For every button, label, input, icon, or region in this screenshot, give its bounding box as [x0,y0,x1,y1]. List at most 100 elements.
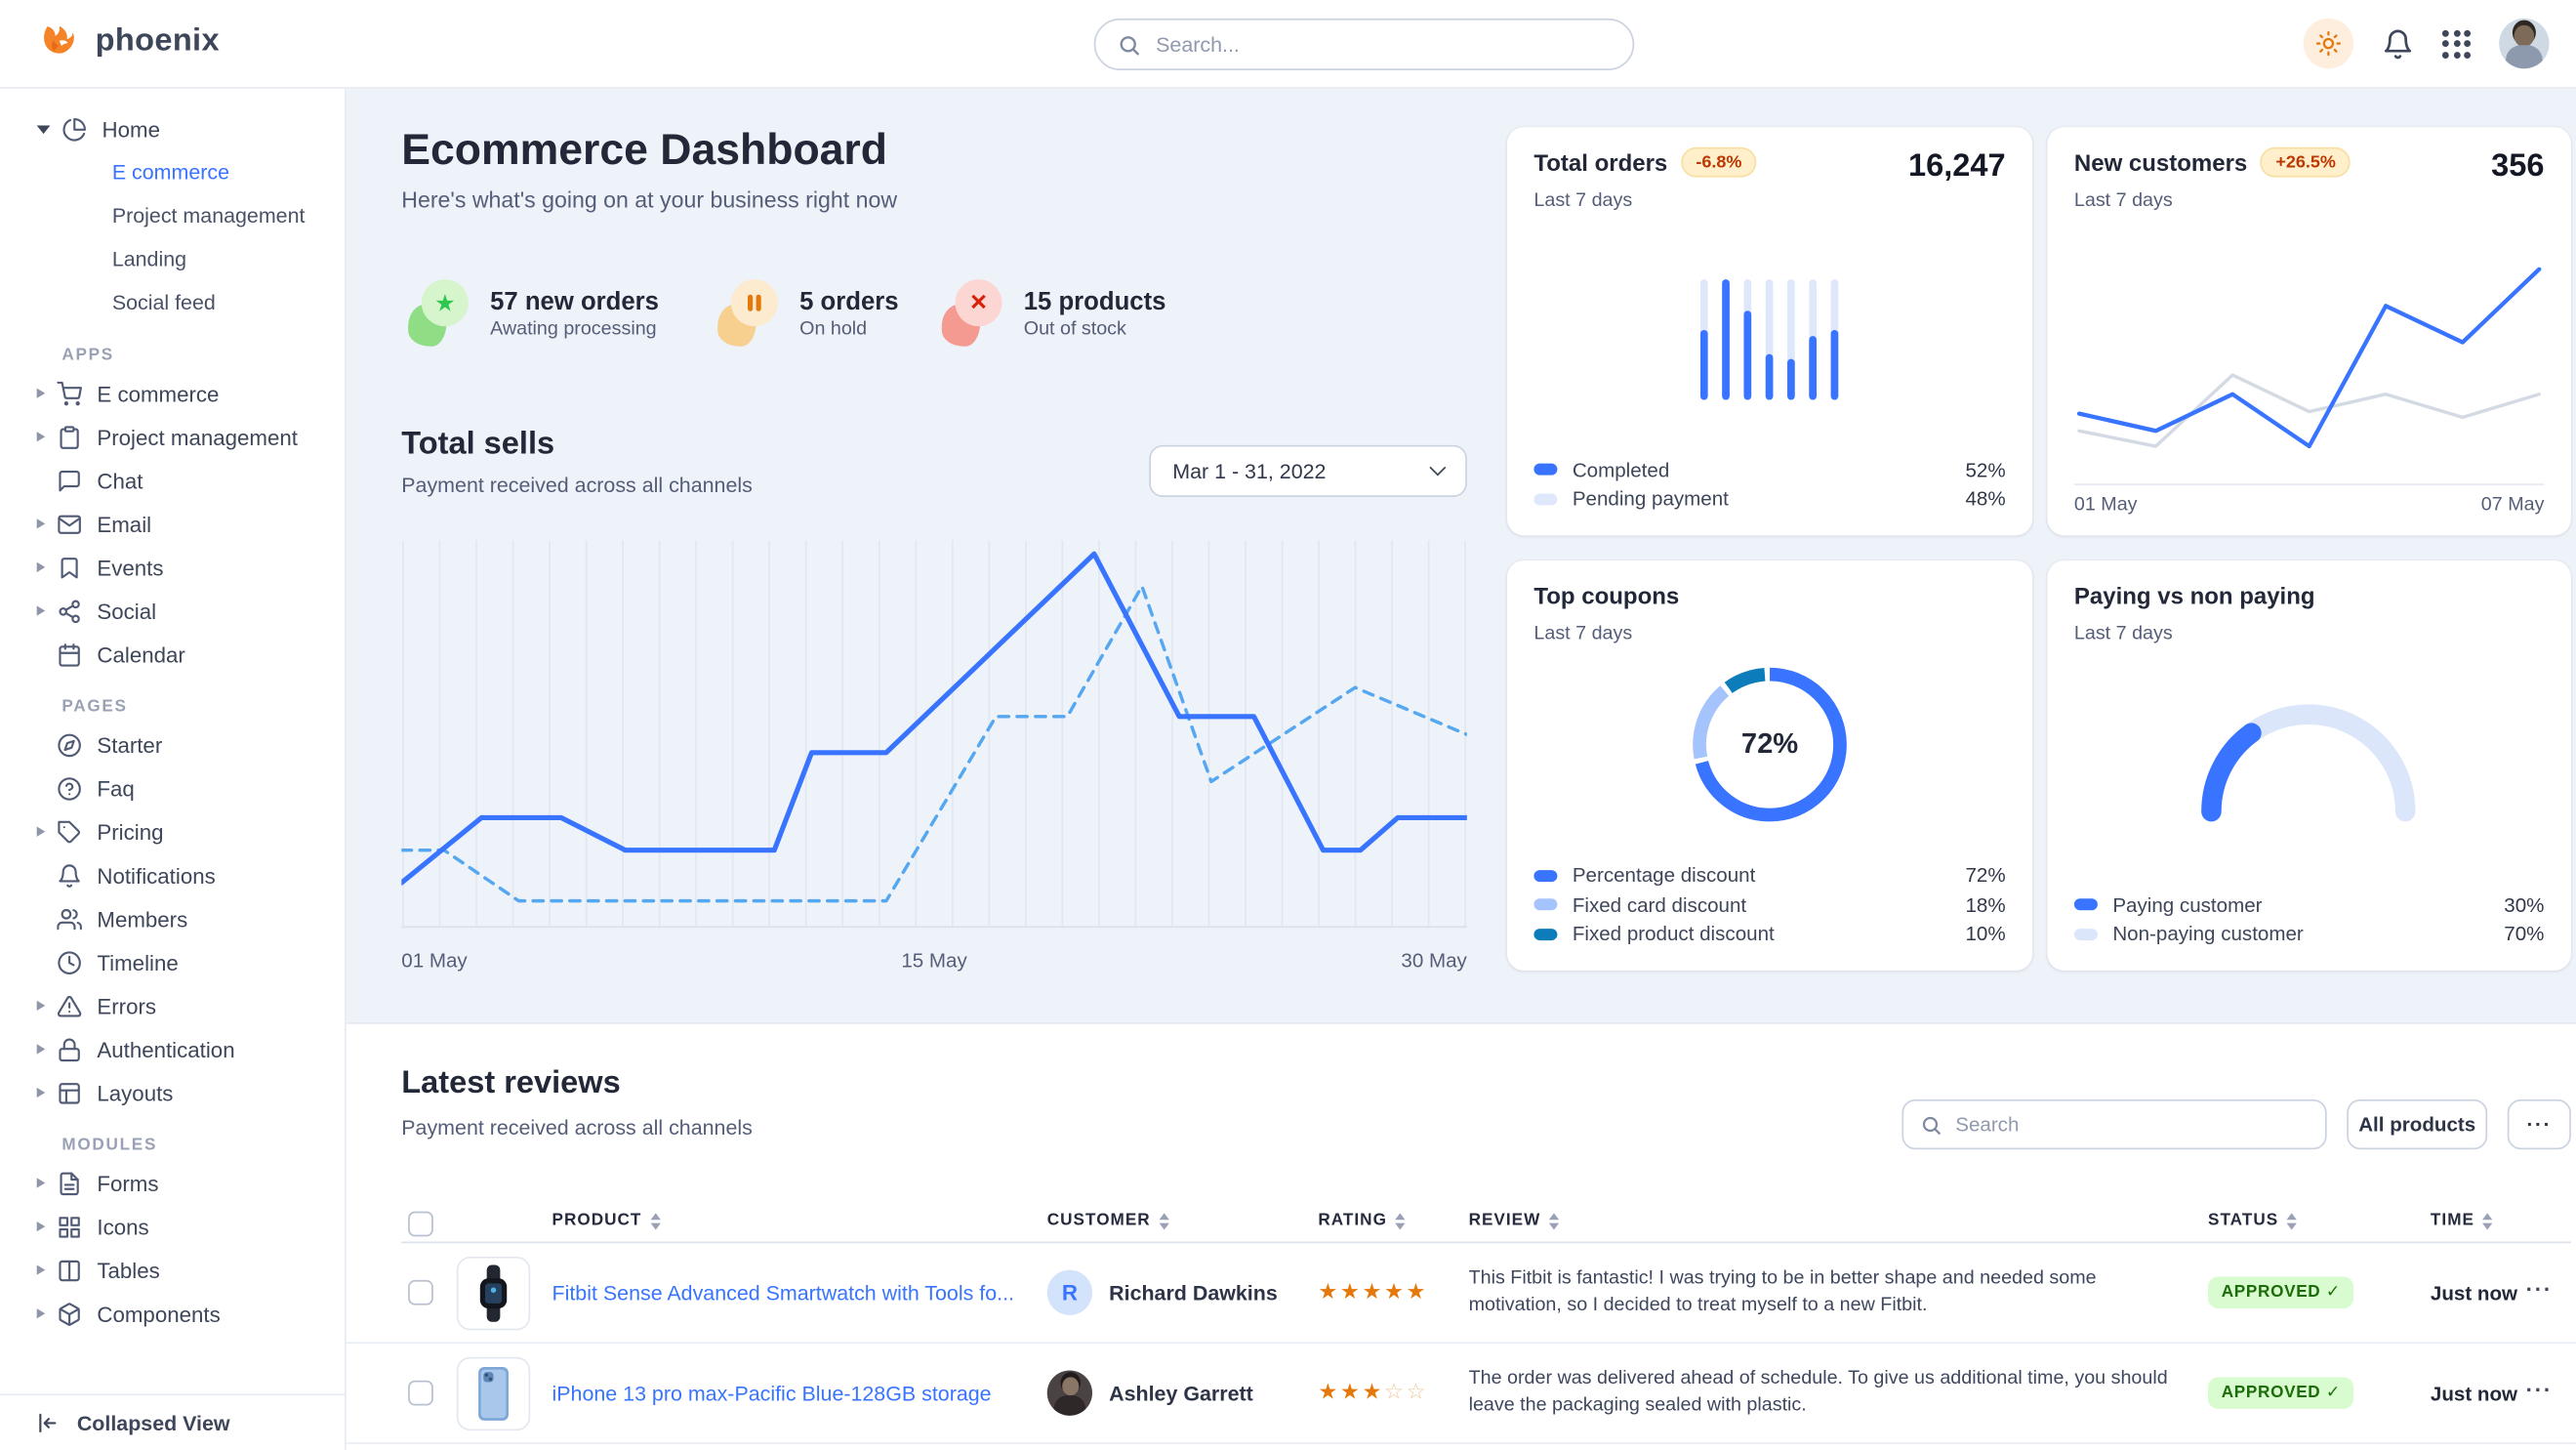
card-title: Top coupons [1533,582,1679,608]
pie-icon [61,116,87,142]
close-icon: × [942,279,1002,347]
sidebar-item-icons[interactable]: Icons [0,1205,345,1249]
sidebar-item-project-management[interactable]: Project management [0,415,345,459]
tag-icon [57,819,82,845]
reviews-more-button[interactable]: ··· [2508,1099,2571,1149]
sidebar-item-label: Members [97,906,187,932]
sidebar-subitem-landing[interactable]: Landing [0,237,345,281]
sidebar-item-errors[interactable]: Errors [0,984,345,1028]
sort-icon [1396,1213,1406,1229]
total-orders-bar-chart [1700,277,1839,409]
col-header-status[interactable]: STATUS [2208,1212,2297,1230]
sidebar-item-label: Home [102,116,160,142]
bell-icon [57,862,82,888]
sidebar-item-chat[interactable]: Chat [0,459,345,503]
sidebar-item-label: Errors [97,993,156,1018]
global-search[interactable] [1094,19,1635,70]
trend-badge: +26.5% [2261,147,2351,178]
chevron-right-icon [37,1222,46,1231]
sidebar-item-tables[interactable]: Tables [0,1248,345,1292]
stat-value: 57 new orders [490,287,659,315]
sidebar-item-members[interactable]: Members [0,897,345,941]
sidebar-item-notifications[interactable]: Notifications [0,853,345,897]
collapse-sidebar-button[interactable]: Collapsed View [0,1393,345,1450]
sidebar-subitem-project-management[interactable]: Project management [0,194,345,238]
sidebar-item-label: Project management [97,424,298,449]
col-header-customer[interactable]: CUSTOMER [1047,1212,1169,1230]
sidebar-subitem-social-feed[interactable]: Social feed [0,281,345,325]
user-avatar[interactable] [2499,19,2549,68]
sidebar-item-pricing[interactable]: Pricing [0,809,345,853]
sidebar-item-email[interactable]: Email [0,502,345,546]
sort-icon [1159,1213,1168,1229]
bookmark-icon [57,555,82,580]
reviews-search-input[interactable] [1955,1113,2309,1137]
sidebar-subitem-e-commerce[interactable]: E commerce [0,150,345,194]
latest-reviews-subtitle: Payment received across all channels [401,1116,753,1139]
sort-icon [2483,1213,2493,1229]
legend-label: Fixed product discount [1573,923,1775,946]
row-menu-button[interactable]: ··· [2526,1377,2553,1402]
chevron-right-icon [37,1265,46,1275]
legend-swatch [1533,870,1557,882]
sidebar-item-label: Timeline [97,949,178,974]
file-icon [57,1171,82,1196]
product-link[interactable]: iPhone 13 pro max-Pacific Blue-128GB sto… [552,1382,992,1405]
brand-logo[interactable]: phoenix [38,21,220,64]
sun-icon [2315,30,2342,57]
x-axis-label: 07 May [2481,495,2545,516]
row-checkbox[interactable] [408,1381,433,1406]
status-badge: APPROVED ✓ [2208,1277,2354,1309]
sidebar-section-modules: MODULES [0,1137,345,1155]
help-icon [57,775,82,801]
star-icon: ★ [408,279,469,347]
sidebar-item-authentication[interactable]: Authentication [0,1027,345,1071]
product-link[interactable]: Fitbit Sense Advanced Smartwatch with To… [552,1282,1014,1305]
col-header-time[interactable]: TIME [2431,1212,2493,1230]
theme-toggle-button[interactable] [2304,19,2353,68]
select-all-checkbox[interactable] [408,1212,433,1237]
sidebar-item-social[interactable]: Social [0,589,345,633]
collapse-sidebar-label: Collapsed View [77,1411,230,1434]
sidebar-item-label: Events [97,555,163,580]
sidebar-item-e-commerce[interactable]: E commerce [0,371,345,415]
sort-icon [1549,1213,1559,1229]
col-header-rating[interactable]: RATING [1318,1212,1405,1230]
notifications-button[interactable] [2382,27,2414,60]
apps-grid-button[interactable] [2442,29,2471,58]
card-paying-vs-nonpaying: Paying vs non paying Last 7 days Paying … [2047,560,2570,971]
card-new-customers: New customers +26.5% 356 Last 7 days 01 … [2047,127,2570,535]
total-sells-chart [401,537,1467,938]
sidebar-item-home[interactable]: Home [0,107,345,151]
review-time: Just now [2431,1382,2517,1405]
row-menu-button[interactable]: ··· [2526,1277,2553,1303]
date-range-select[interactable]: Mar 1 - 31, 2022 [1149,445,1467,497]
quick-stat-awating-processing: ★ 57 new ordersAwating processing [408,272,659,352]
quick-stat-out-of-stock: × 15 productsOut of stock [942,272,1166,352]
columns-icon [57,1258,82,1283]
global-search-input[interactable] [1156,32,1611,56]
app-header: phoenix [0,0,2576,89]
card-title: New customers [2074,149,2247,176]
reviews-search[interactable] [1901,1099,2326,1149]
col-header-review[interactable]: REVIEW [1469,1212,1560,1230]
sidebar-item-calendar[interactable]: Calendar [0,633,345,677]
latest-reviews-section: Latest reviews Payment received across a… [347,1022,2576,1450]
all-products-button[interactable]: All products [2347,1099,2487,1149]
status-badge: APPROVED ✓ [2208,1377,2354,1409]
sidebar-item-starter[interactable]: Starter [0,723,345,766]
stat-caption: Out of stock [1024,318,1166,339]
sidebar-item-layouts[interactable]: Layouts [0,1071,345,1115]
chevron-right-icon [37,1308,46,1318]
calendar-icon [57,642,82,667]
col-header-product[interactable]: PRODUCT [552,1212,661,1230]
sidebar-item-components[interactable]: Components [0,1292,345,1336]
chevron-right-icon [37,389,46,398]
sidebar-item-faq[interactable]: Faq [0,766,345,810]
sidebar-item-forms[interactable]: Forms [0,1161,345,1205]
sidebar-item-timeline[interactable]: Timeline [0,940,345,984]
sidebar-item-events[interactable]: Events [0,546,345,590]
row-checkbox[interactable] [408,1280,433,1305]
product-thumbnail[interactable] [457,1257,530,1330]
product-thumbnail[interactable] [457,1357,530,1430]
